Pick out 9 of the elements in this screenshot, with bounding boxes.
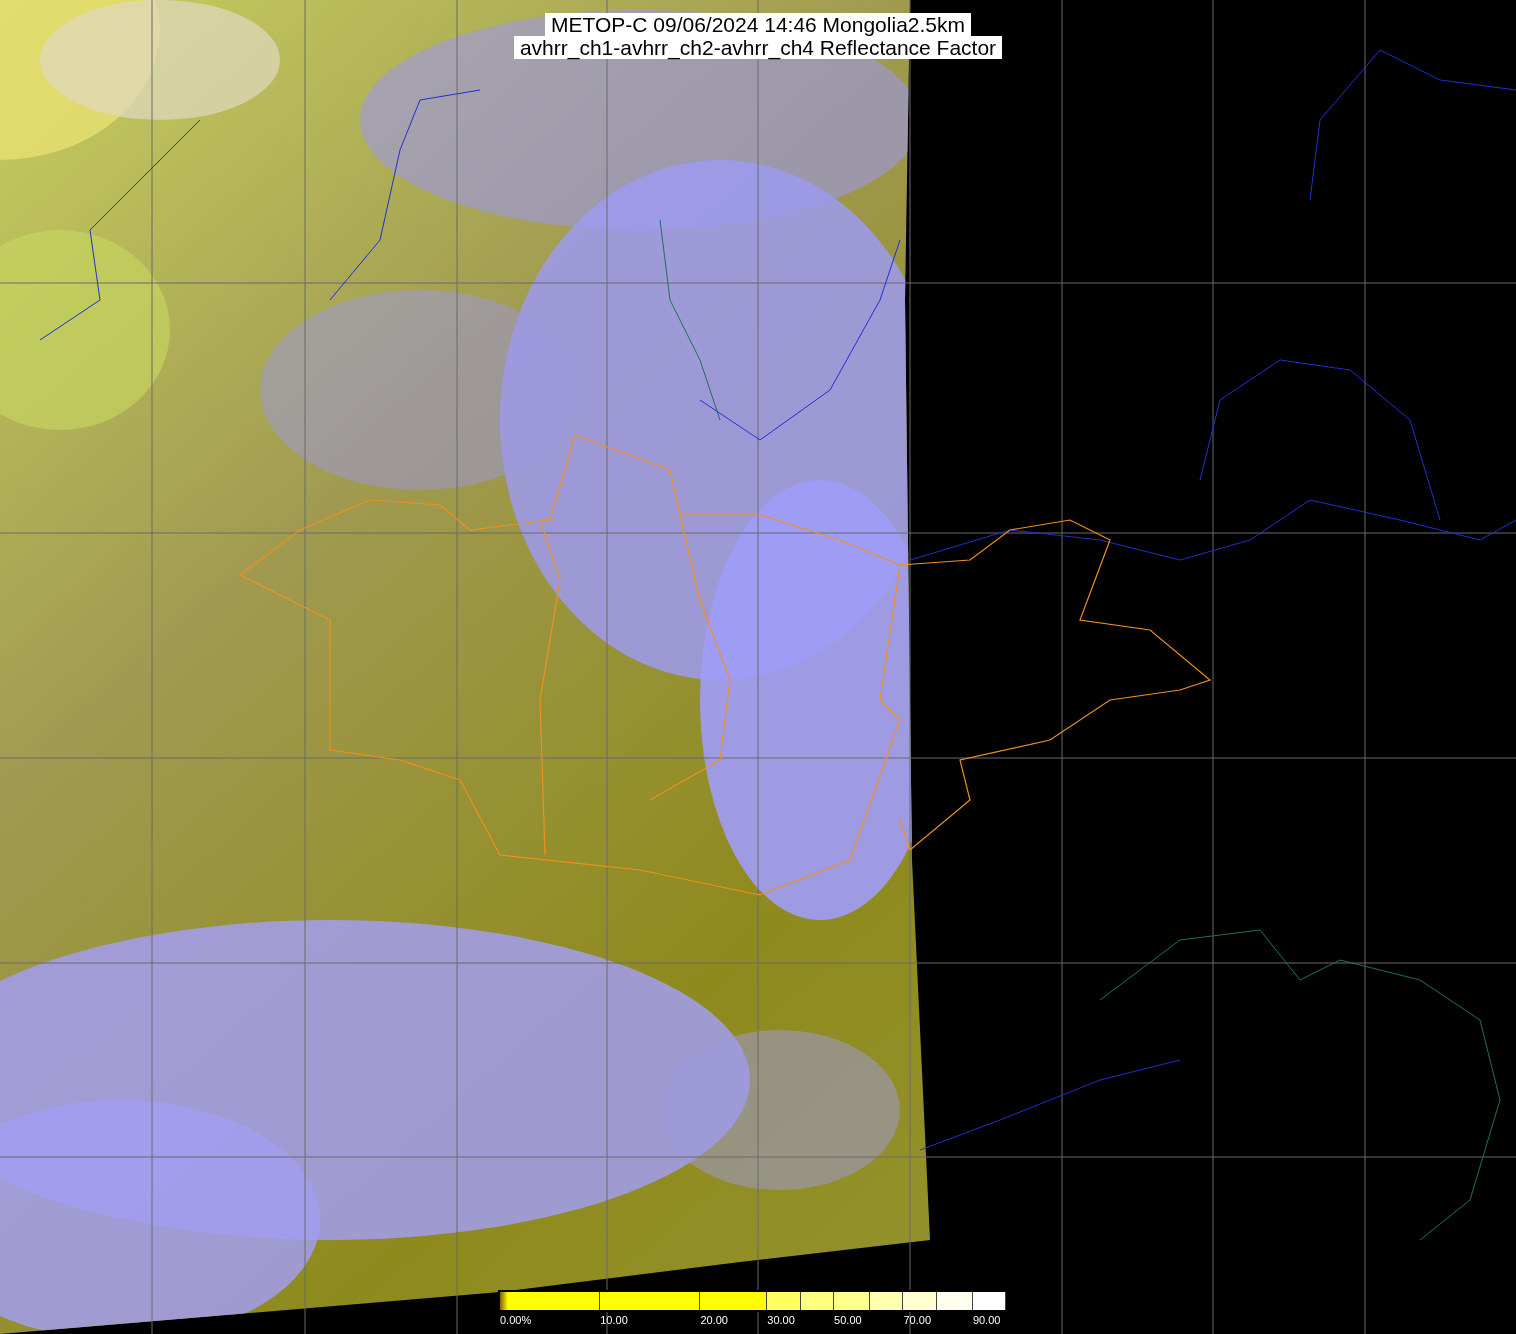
colorbar-label: 20.00: [700, 1313, 728, 1327]
colorbar-label: 50.00: [834, 1313, 862, 1327]
colorbar-label: 30.00: [767, 1313, 795, 1327]
colorbar-label: 90.00: [972, 1313, 1001, 1327]
colorbar-label: 0.00%: [500, 1313, 532, 1327]
colorbar-label: 70.00: [903, 1313, 931, 1327]
colorbar-label: 10.00: [600, 1313, 628, 1327]
map-title: avhrr_ch1-avhrr_ch2-avhrr_ch4 Reflectance Factor: [513, 36, 1003, 59]
map-title: METOP-C 09/06/2024 14:46 Mongolia2.5km: [545, 13, 971, 36]
